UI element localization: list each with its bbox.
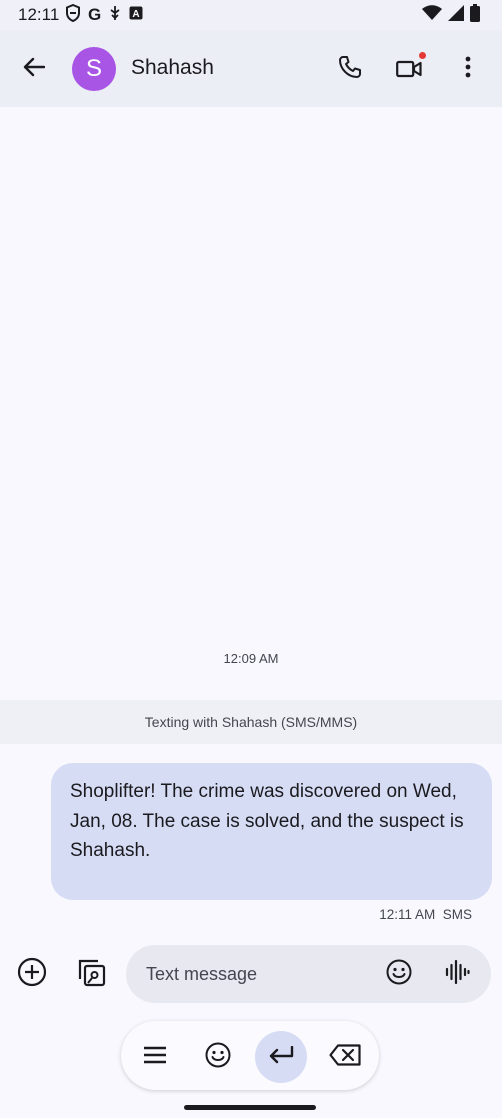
backspace-icon [329,1043,361,1071]
menu-icon [143,1046,167,1069]
message-meta: 12:11 AM SMS [379,907,472,922]
font-a-icon: A [129,6,143,25]
arrow-back-icon [23,56,46,83]
gallery-icon [76,957,106,992]
emoji-icon [205,1042,231,1073]
toolbar-backspace-button[interactable] [319,1031,371,1083]
status-icons-right [422,3,480,27]
message-bubble[interactable]: Shoplifter! The crime was discovered on … [51,763,492,900]
sms-banner: Texting with Shahash (SMS/MMS) [0,700,502,744]
sms-banner-text: Texting with Shahash (SMS/MMS) [144,714,358,730]
more-vert-icon [465,56,471,83]
gesture-nav-handle[interactable] [184,1105,316,1110]
video-call-icon [396,59,422,79]
google-g-icon: G [88,5,102,24]
emoji-button[interactable] [380,955,418,993]
battery-icon [470,3,480,27]
avatar[interactable]: S [72,47,116,91]
video-badge-dot [419,52,426,59]
wifi-icon [422,4,442,26]
phone-icon [338,55,362,84]
emoji-icon [386,959,412,990]
call-button[interactable] [330,49,370,89]
add-attachment-button[interactable] [12,954,52,994]
status-time: 12:11 [18,5,60,24]
enter-icon [268,1045,294,1069]
contact-name[interactable]: Shahash [131,56,214,80]
usb-debug-icon [109,5,121,26]
message-input-placeholder: Text message [146,964,258,984]
toolbar-menu-button[interactable] [129,1031,181,1083]
keyboard-toolbar [121,1021,379,1090]
toolbar-emoji-button[interactable] [192,1031,244,1083]
voice-waveform-icon [444,959,470,990]
status-icons-left: G A [66,3,143,27]
cell-signal-icon [448,4,464,26]
avatar-letter: S [85,55,102,82]
voice-message-button[interactable] [438,955,476,993]
more-options-button[interactable] [448,49,488,89]
svg-text:A: A [133,9,140,20]
add-circle-icon [17,957,47,992]
back-button[interactable] [14,49,54,89]
conversation-timestamp: 12:09 AM [223,651,279,666]
toolbar-enter-button[interactable] [255,1031,307,1083]
gallery-button[interactable] [70,954,112,994]
shield-icon [66,3,80,27]
